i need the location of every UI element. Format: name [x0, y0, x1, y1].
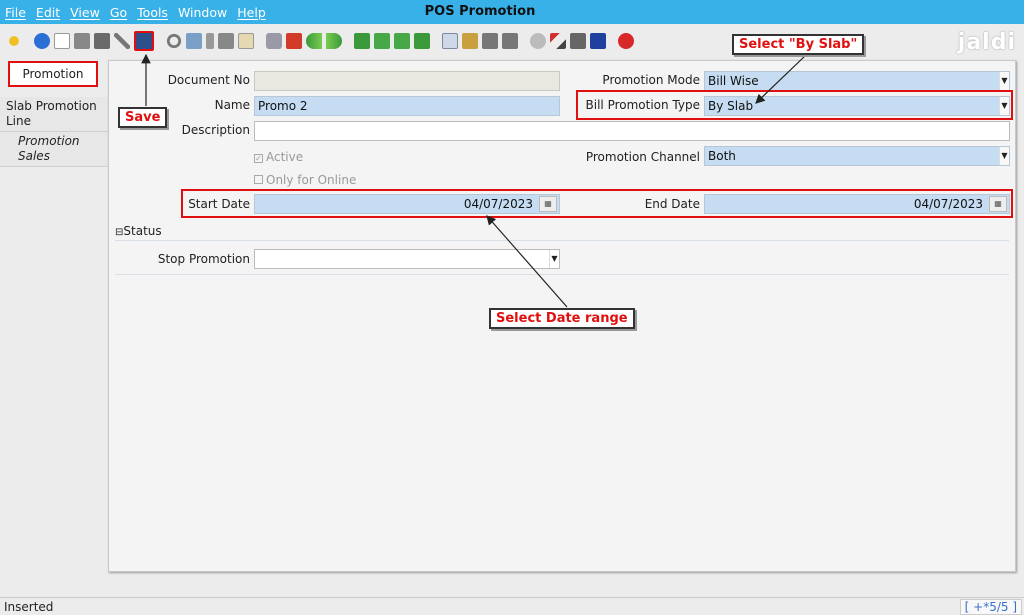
- only-online-label: Only for Online: [266, 173, 357, 187]
- record-navigator[interactable]: [ +*5/5 ]: [959, 599, 1022, 615]
- menu-window[interactable]: Window: [173, 5, 232, 20]
- menu-home-icon[interactable]: [266, 33, 282, 49]
- name-input[interactable]: Promo 2: [254, 96, 560, 116]
- delete-record-icon[interactable]: [94, 33, 110, 49]
- menu-bar: File Edit View Go Tools Window Help POS …: [0, 0, 1024, 24]
- archive-icon[interactable]: [462, 33, 478, 49]
- dropdown-arrow-icon[interactable]: ▼: [549, 250, 559, 268]
- promotion-mode-select[interactable]: Bill Wise ▼: [704, 71, 1010, 91]
- menu-help[interactable]: Help: [232, 5, 271, 20]
- select-date-range-callout: Select Date range: [489, 308, 635, 329]
- promotion-channel-select[interactable]: Both ▼: [704, 146, 1010, 166]
- status-bar: Inserted [ +*5/5 ]: [0, 597, 1024, 615]
- lock-icon[interactable]: [590, 33, 606, 49]
- select-by-slab-callout: Select "By Slab": [732, 34, 865, 55]
- new-record-icon[interactable]: [54, 33, 70, 49]
- promotion-mode-label: Promotion Mode: [602, 73, 700, 87]
- tab-promotion[interactable]: Promotion: [8, 61, 98, 87]
- report-icon[interactable]: [442, 33, 458, 49]
- undo-icon[interactable]: [6, 33, 22, 49]
- close-window-icon[interactable]: [618, 33, 634, 49]
- dropdown-arrow-icon[interactable]: ▼: [999, 72, 1009, 90]
- toolbar: jaldi: [0, 24, 1024, 58]
- status-section-title: Status: [123, 224, 162, 238]
- print-preview-icon[interactable]: [482, 33, 498, 49]
- menu-edit[interactable]: Edit: [31, 5, 65, 20]
- date-range-highlight: [181, 189, 1013, 218]
- delete-selection-icon[interactable]: [114, 33, 130, 49]
- promotion-channel-value: Both: [708, 149, 736, 163]
- section-divider: [115, 274, 1009, 275]
- tab-list: Promotion Slab Promotion Line Promotion …: [0, 60, 108, 167]
- stop-promotion-label: Stop Promotion: [157, 252, 250, 266]
- workflow-icon[interactable]: [550, 33, 566, 49]
- find-icon[interactable]: [186, 33, 202, 49]
- tab-promotion-sales[interactable]: Promotion Sales: [0, 132, 108, 167]
- section-divider: [115, 240, 1009, 241]
- zoom-across-icon[interactable]: [530, 33, 546, 49]
- tab-slab-promotion-line[interactable]: Slab Promotion Line: [0, 97, 108, 132]
- copy-record-icon[interactable]: [74, 33, 90, 49]
- last-record-icon[interactable]: [414, 33, 430, 49]
- first-record-icon[interactable]: [354, 33, 370, 49]
- bill-type-highlight: [576, 90, 1013, 120]
- menu-tools[interactable]: Tools: [132, 5, 173, 20]
- history-icon[interactable]: [238, 33, 254, 49]
- chat-icon[interactable]: [218, 33, 234, 49]
- previous-record-icon[interactable]: [374, 33, 390, 49]
- home-icon[interactable]: [286, 33, 302, 49]
- only-online-checkbox[interactable]: Only for Online: [254, 173, 356, 187]
- checkbox-empty-icon: [254, 175, 263, 184]
- status-text: Inserted: [4, 600, 54, 614]
- document-no-field: [254, 71, 560, 91]
- jaldi-logo: jaldi: [957, 30, 1016, 55]
- help-icon[interactable]: [34, 33, 50, 49]
- forward-arrow-icon[interactable]: [326, 33, 342, 49]
- active-label: Active: [266, 150, 304, 164]
- checkmark-icon: ✓: [254, 154, 263, 163]
- back-arrow-icon[interactable]: [306, 33, 322, 49]
- menu-view[interactable]: View: [65, 5, 105, 20]
- document-no-label: Document No: [167, 73, 250, 87]
- description-input[interactable]: [254, 121, 1010, 141]
- menu-go[interactable]: Go: [105, 5, 132, 20]
- menu-file[interactable]: File: [0, 5, 31, 20]
- status-section-header[interactable]: ⊟Status: [115, 224, 162, 238]
- dropdown-arrow-icon[interactable]: ▼: [999, 147, 1009, 165]
- promotion-mode-value: Bill Wise: [708, 74, 759, 88]
- print-icon[interactable]: [502, 33, 518, 49]
- active-checkbox[interactable]: ✓ Active: [254, 150, 303, 164]
- next-record-icon[interactable]: [394, 33, 410, 49]
- attachment-icon[interactable]: [206, 33, 214, 49]
- save-icon[interactable]: [134, 31, 154, 51]
- refresh-icon[interactable]: [166, 33, 182, 49]
- stop-promotion-select[interactable]: ▼: [254, 249, 560, 269]
- product-info-icon[interactable]: [570, 33, 586, 49]
- save-callout: Save: [118, 107, 168, 128]
- promotion-channel-label: Promotion Channel: [585, 150, 700, 164]
